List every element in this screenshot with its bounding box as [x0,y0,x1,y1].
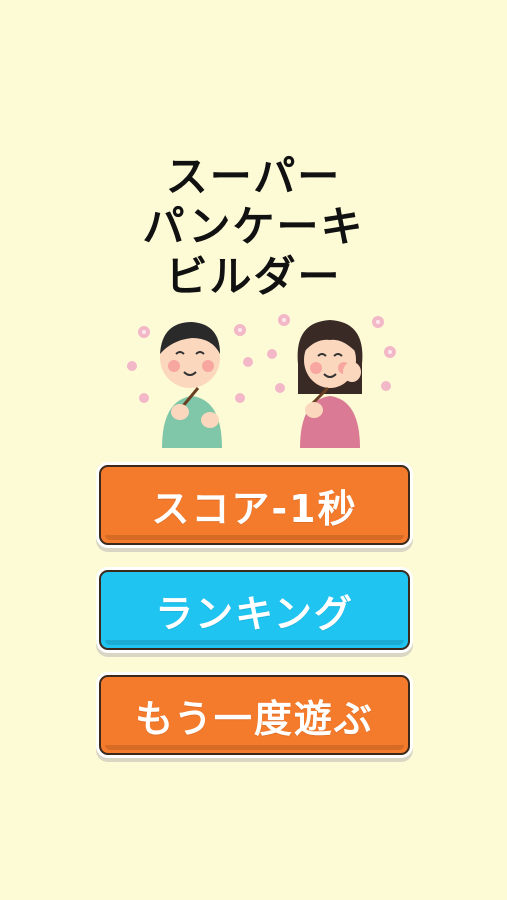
game-title: スーパー パンケーキ ビルダー [0,152,507,302]
score-minus-one-second-button[interactable]: スコア-1秒 [99,465,410,545]
couple-eating-pancake-icon [127,314,396,448]
title-line-1: スーパー [165,152,342,201]
ranking-button[interactable]: ランキング [99,570,410,650]
ranking-button-label: ランキング [155,591,354,636]
play-again-button-label: もう一度遊ぶ [135,696,374,741]
title-line-2: パンケーキ [142,202,365,251]
girl-figure [297,320,363,448]
score-button-label: スコア-1秒 [151,486,358,531]
title-line-3: ビルダー [165,252,342,301]
boy-figure [160,322,222,448]
play-again-button[interactable]: もう一度遊ぶ [99,675,410,755]
